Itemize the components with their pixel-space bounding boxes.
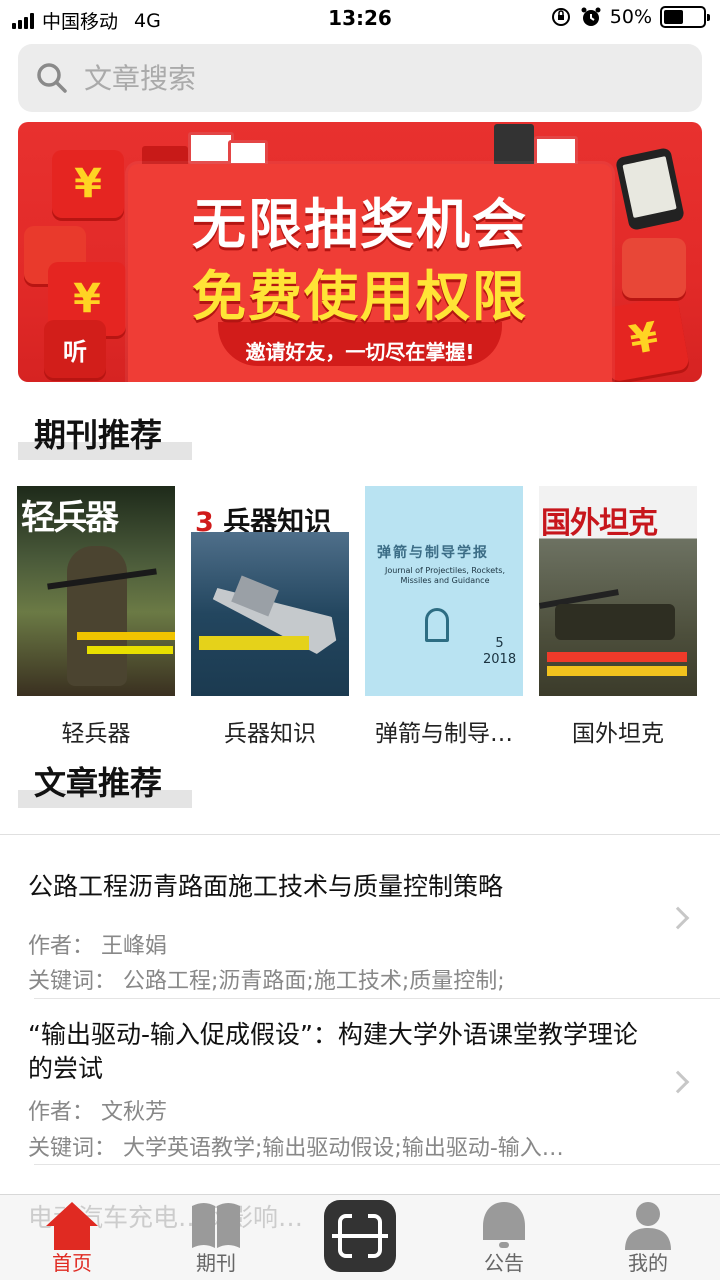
keywords-value: 大学英语教学;输出驱动假设;输出驱动-输入…: [123, 1136, 564, 1161]
journal-item[interactable]: 弹箭与制导学报 Journal of Projectiles, Rockets,…: [365, 486, 523, 748]
cover-headline-strip: [547, 652, 687, 662]
ereader-icon: [494, 124, 534, 166]
scan-button[interactable]: [324, 1200, 396, 1272]
journal-name: 兵器知识: [224, 721, 316, 747]
article-item[interactable]: 公路工程沥青路面施工技术与质量控制策略 作者： 王峰娟 关键词： 公路工程;沥青…: [0, 836, 720, 999]
search-bar[interactable]: [18, 44, 702, 112]
chevron-right-icon: [666, 1070, 690, 1094]
article-title: “输出驱动-输入促成假设”：构建大学外语课堂教学理论的尝试: [28, 1020, 638, 1083]
cover-masthead: 轻兵器: [21, 498, 119, 538]
cover-headline-strip: [77, 632, 175, 640]
status-right: 50%: [550, 6, 710, 28]
banner-headline: 无限抽奖机会: [192, 193, 528, 256]
cover-masthead: 国外坦克: [541, 506, 658, 541]
keywords-label: 关键词：: [28, 969, 117, 994]
tab-profile[interactable]: 我的: [588, 1194, 708, 1280]
article-title: 公路工程沥青路面施工技术与质量控制策略: [28, 872, 504, 901]
journal-cover[interactable]: 国外坦克: [539, 486, 697, 696]
journal-name: 轻兵器: [61, 721, 131, 747]
cover-issue-info: 5 2018: [483, 636, 516, 668]
articles-section-title: 文章推荐: [18, 758, 192, 808]
keywords-label: 关键词：: [28, 1136, 117, 1161]
journal-item[interactable]: 轻兵器 轻兵器: [17, 486, 175, 748]
journal-list: 轻兵器 轻兵器 3 兵器知识 兵器知识 弹箭与制导学报 Journal of P…: [0, 486, 720, 748]
gift-box-icon: [534, 136, 578, 166]
section-divider: [0, 834, 720, 835]
promo-banner[interactable]: ¥ ¥ 听 ¥ 无限抽奖机会 免费使用权限 邀请好友，一切尽在掌握!: [18, 122, 702, 382]
tab-label: 首页: [52, 1251, 92, 1275]
search-icon: [36, 62, 68, 94]
keywords-value: 公路工程;沥青路面;施工技术;质量控制;: [123, 969, 505, 994]
search-input[interactable]: [84, 61, 644, 95]
user-icon: [625, 1202, 671, 1250]
journal-cover[interactable]: 3 兵器知识: [191, 486, 349, 696]
journal-cover[interactable]: 轻兵器: [17, 486, 175, 696]
chevron-right-icon: [666, 906, 690, 930]
cover-headline-strip: [87, 646, 173, 654]
author-label: 作者：: [28, 1100, 95, 1125]
tab-label: 我的: [628, 1251, 668, 1275]
battery-percent: 50%: [609, 6, 652, 28]
journal-item[interactable]: 3 兵器知识 兵器知识: [191, 486, 349, 748]
article-author: 作者： 文秋芳: [28, 1094, 167, 1126]
article-item[interactable]: “输出驱动-输入促成假设”：构建大学外语课堂教学理论的尝试 作者： 文秋芳 关键…: [0, 998, 720, 1165]
tab-journals[interactable]: 期刊: [156, 1194, 276, 1280]
journal-item[interactable]: 国外坦克 国外坦克: [539, 486, 697, 748]
journals-section-title: 期刊推荐: [18, 410, 192, 460]
journal-name: 国外坦克: [572, 721, 664, 747]
tab-label: 公告: [484, 1251, 524, 1275]
tab-announcements[interactable]: 公告: [444, 1194, 564, 1280]
cover-year: 2018: [483, 652, 517, 667]
tab-home[interactable]: 首页: [12, 1194, 132, 1280]
journals-title-text: 期刊推荐: [34, 416, 163, 454]
bell-icon: [483, 1202, 525, 1248]
gift-box-icon: [228, 140, 268, 166]
cover-issue-number: 5: [495, 636, 504, 651]
book-icon: [192, 1203, 240, 1248]
rotation-lock-icon: [551, 8, 570, 26]
status-bar: 中国移动 4G 13:26 50%: [0, 0, 720, 38]
article-keywords: 关键词： 公路工程;沥青路面;施工技术;质量控制;: [28, 963, 505, 995]
author-label: 作者：: [28, 934, 95, 959]
banner-tagline: 邀请好友，一切尽在掌握!: [245, 340, 475, 364]
cover-tank-image: [555, 604, 675, 640]
author-name: 王峰娟: [101, 934, 168, 959]
cover-masthead: 弹箭与制导学报: [377, 545, 489, 561]
journal-name: 弹箭与制导…: [375, 721, 513, 747]
article-author: 作者： 王峰娟: [28, 928, 167, 960]
cover-headline-strip: [547, 666, 687, 676]
cover-english-title: Journal of Projectiles, Rockets, Missile…: [384, 566, 506, 585]
cover-headline-strip: [199, 636, 309, 650]
cover-logo-icon: [425, 608, 449, 642]
article-divider: [34, 1164, 720, 1165]
author-name: 文秋芳: [101, 1100, 168, 1125]
articles-title-text: 文章推荐: [34, 764, 163, 802]
home-icon: [46, 1202, 98, 1250]
tab-label: 期刊: [196, 1251, 236, 1275]
article-keywords: 关键词： 大学英语教学;输出驱动假设;输出驱动-输入…: [28, 1130, 564, 1162]
cover-soldier-image: [67, 546, 127, 686]
alarm-icon: [581, 7, 601, 26]
banner-subheadline: 免费使用权限: [192, 265, 528, 328]
journal-cover[interactable]: 弹箭与制导学报 Journal of Projectiles, Rockets,…: [365, 486, 523, 696]
battery-icon: [660, 6, 710, 28]
